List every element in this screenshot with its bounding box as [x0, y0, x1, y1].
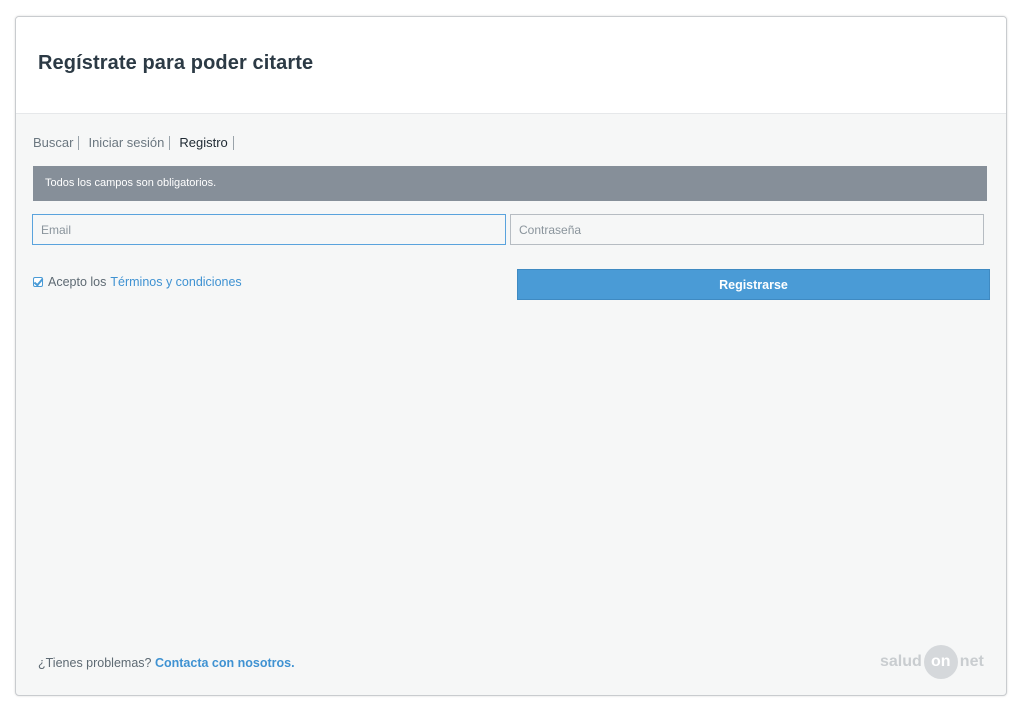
tab-registro[interactable]: Registro	[179, 135, 232, 150]
tab-separator	[78, 135, 80, 150]
saludonnet-logo: salud on net	[880, 645, 984, 679]
email-field[interactable]	[32, 214, 506, 245]
tab-separator	[232, 135, 234, 150]
register-button[interactable]: Registrarse	[517, 269, 990, 300]
footer-help: ¿Tienes problemas? Contacta con nosotros…	[38, 656, 295, 670]
tab-iniciar-sesion[interactable]: Iniciar sesión	[88, 135, 169, 150]
terms-row: Acepto los Términos y condiciones	[33, 275, 242, 289]
footer-text: ¿Tienes problemas?	[38, 656, 152, 670]
terms-label: Acepto los	[48, 275, 107, 289]
page-title: Regístrate para poder citarte	[38, 52, 314, 74]
logo-part-salud: salud	[880, 653, 922, 670]
logo-part-net: net	[959, 653, 984, 670]
contact-link[interactable]: Contacta con nosotros.	[155, 656, 295, 670]
password-field[interactable]	[510, 214, 984, 245]
logo-on-circle: on	[923, 645, 958, 679]
nav-tabs: Buscar Iniciar sesión Registro	[33, 135, 243, 150]
tab-separator	[169, 135, 171, 150]
registration-dialog: Regístrate para poder citarte Buscar Ini…	[15, 16, 1007, 696]
required-fields-notice: Todos los campos son obligatorios.	[33, 166, 987, 201]
terms-checkbox[interactable]	[33, 277, 43, 287]
dialog-header: Regístrate para poder citarte	[16, 17, 1006, 114]
terms-link[interactable]: Términos y condiciones	[110, 275, 241, 289]
tab-buscar[interactable]: Buscar	[33, 135, 78, 150]
